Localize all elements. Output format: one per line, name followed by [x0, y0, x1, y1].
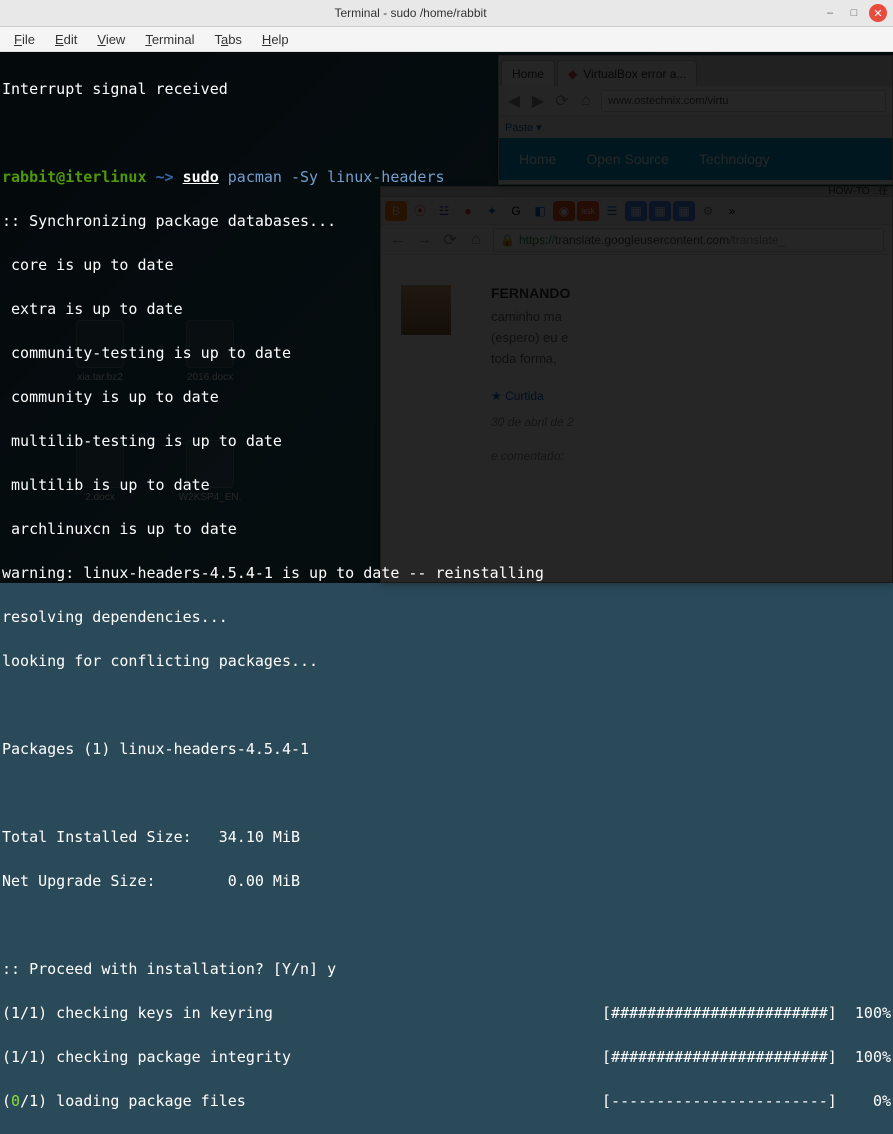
- menu-help[interactable]: Help: [254, 30, 297, 49]
- window-titlebar[interactable]: Terminal - sudo /home/rabbit – □ ✕: [0, 0, 893, 27]
- menu-file[interactable]: File: [6, 30, 43, 49]
- close-button[interactable]: ✕: [869, 4, 887, 22]
- menu-tabs[interactable]: Tabs: [206, 30, 249, 49]
- maximize-button[interactable]: □: [845, 4, 863, 22]
- menubar[interactable]: File Edit View Terminal Tabs Help: [0, 27, 893, 52]
- terminal-output[interactable]: Interrupt signal received rabbit@iterlin…: [0, 52, 893, 583]
- minimize-button[interactable]: –: [821, 4, 839, 22]
- menu-edit[interactable]: Edit: [47, 30, 85, 49]
- window-title: Terminal - sudo /home/rabbit: [0, 6, 821, 20]
- menu-terminal[interactable]: Terminal: [137, 30, 202, 49]
- menu-view[interactable]: View: [89, 30, 133, 49]
